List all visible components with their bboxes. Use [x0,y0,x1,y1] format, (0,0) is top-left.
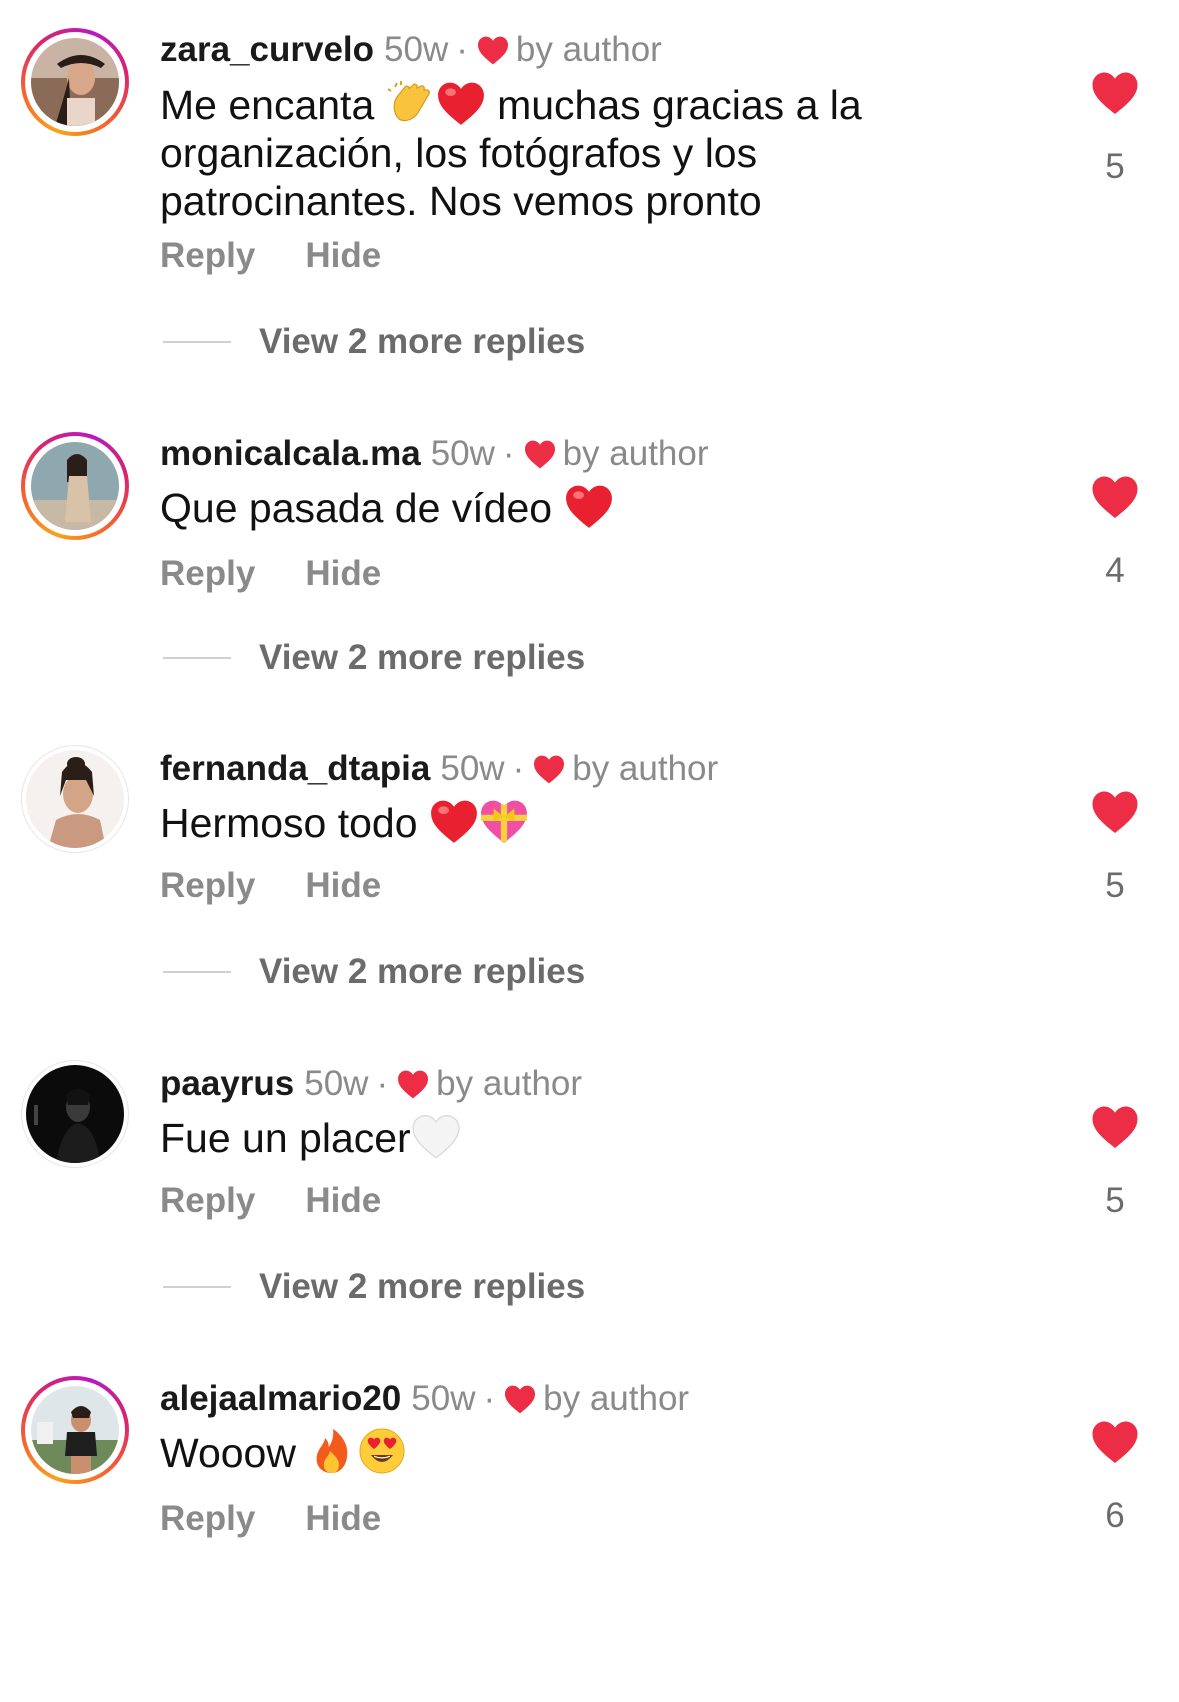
separator-dot: · [456,30,468,69]
separator-dot: · [483,1379,496,1418]
like-heart-icon[interactable] [1090,474,1140,519]
avatar[interactable] [21,1376,129,1484]
reply-button[interactable]: Reply [160,866,255,906]
comment-text-part: Fue un placer [160,1115,411,1161]
comment-text: Hermoso todo [160,797,980,847]
liked-by-author-label: by author [543,1379,690,1418]
view-more-replies-label: View 2 more replies [259,638,586,677]
white-heart-icon [411,1112,461,1160]
view-more-replies-button[interactable]: View 2 more replies [163,1267,585,1307]
liked-by-author-label: by author [572,749,719,788]
red-heart-icon [564,482,614,530]
timestamp: 50w [384,30,449,69]
liked-by-author-heart-icon [476,35,510,65]
comment-meta: paayrus 50w · by author [160,1064,582,1104]
comment-actions: Reply Hide [160,236,381,276]
liked-by-author-label: by author [515,30,662,69]
comment-meta: zara_curvelo 50w · by author [160,30,662,70]
view-more-replies-button[interactable]: View 2 more replies [163,638,585,678]
username[interactable]: zara_curvelo [160,30,374,70]
avatar[interactable] [21,745,129,853]
timestamp: 50w [440,749,505,788]
avatar[interactable] [21,1060,129,1168]
timestamp: 50w [430,434,495,473]
hide-button[interactable]: Hide [305,866,381,906]
divider-line [163,971,231,973]
like-count: 5 [1105,1181,1125,1220]
comment-actions: Reply Hide [160,554,381,594]
hide-button[interactable]: Hide [305,236,381,276]
like-count: 6 [1105,1496,1125,1535]
view-more-replies-label: View 2 more replies [259,1267,586,1306]
liked-by-author-label: by author [436,1064,583,1103]
comment-meta: monicalcala.ma 50w · by author [160,434,709,474]
liked-by-author-heart-icon [532,754,566,784]
divider-line [163,1286,231,1288]
comment-actions: Reply Hide [160,1181,381,1221]
view-more-replies-label: View 2 more replies [259,322,586,361]
hide-button[interactable]: Hide [305,1181,381,1221]
like-count: 4 [1105,551,1125,590]
red-heart-icon [436,79,486,127]
heart-with-ribbon-icon [479,797,529,845]
comment-actions: Reply Hide [160,866,381,906]
liked-by-author-heart-icon [396,1069,430,1099]
separator-dot: · [376,1064,389,1103]
username[interactable]: monicalcala.ma [160,434,421,474]
separator-dot: · [512,749,525,788]
divider-line [163,341,231,343]
reply-button[interactable]: Reply [160,1181,255,1221]
like-count: 5 [1105,147,1125,186]
separator-dot: · [502,434,515,473]
hide-button[interactable]: Hide [305,1499,381,1539]
like-control: 5 [1085,70,1145,187]
comment-text-part: Que pasada de vídeo [160,485,553,531]
clapping-hands-icon [386,79,436,127]
reply-button[interactable]: Reply [160,236,255,276]
comment-text: Me encanta muchas gracias a la organizac… [160,79,980,225]
timestamp: 50w [411,1379,476,1418]
comment-text: Fue un placer [160,1112,980,1162]
comment-actions: Reply Hide [160,1499,381,1539]
heart-eyes-face-icon [357,1427,407,1475]
avatar[interactable] [21,28,129,136]
view-more-replies-button[interactable]: View 2 more replies [163,952,585,992]
like-control: 4 [1085,474,1145,591]
divider-line [163,657,231,659]
like-count: 5 [1105,866,1125,905]
comment-text-part: Me encanta [160,82,375,128]
like-heart-icon[interactable] [1090,1419,1140,1464]
like-control: 5 [1085,1104,1145,1221]
comment-meta: alejaalmario20 50w · by author [160,1379,689,1419]
reply-button[interactable]: Reply [160,554,255,594]
username[interactable]: alejaalmario20 [160,1379,401,1419]
like-control: 6 [1085,1419,1145,1536]
hide-button[interactable]: Hide [305,554,381,594]
comment-text-part: Hermoso todo [160,800,418,846]
reply-button[interactable]: Reply [160,1499,255,1539]
timestamp: 50w [304,1064,369,1103]
liked-by-author-label: by author [562,434,709,473]
avatar[interactable] [21,432,129,540]
comment-meta: fernanda_dtapia 50w · by author [160,749,718,789]
like-control: 5 [1085,789,1145,906]
view-more-replies-label: View 2 more replies [259,952,586,991]
comment-text: Que pasada de vídeo [160,482,980,532]
like-heart-icon[interactable] [1090,789,1140,834]
red-heart-icon [429,797,479,845]
username[interactable]: fernanda_dtapia [160,749,430,789]
liked-by-author-heart-icon [523,439,557,469]
like-heart-icon[interactable] [1090,70,1140,115]
comment-text-part: Wooow [160,1430,296,1476]
view-more-replies-button[interactable]: View 2 more replies [163,322,585,362]
fire-icon [307,1427,357,1475]
like-heart-icon[interactable] [1090,1104,1140,1149]
username[interactable]: paayrus [160,1064,294,1104]
comment-text: Wooow [160,1427,980,1477]
liked-by-author-heart-icon [503,1384,537,1414]
